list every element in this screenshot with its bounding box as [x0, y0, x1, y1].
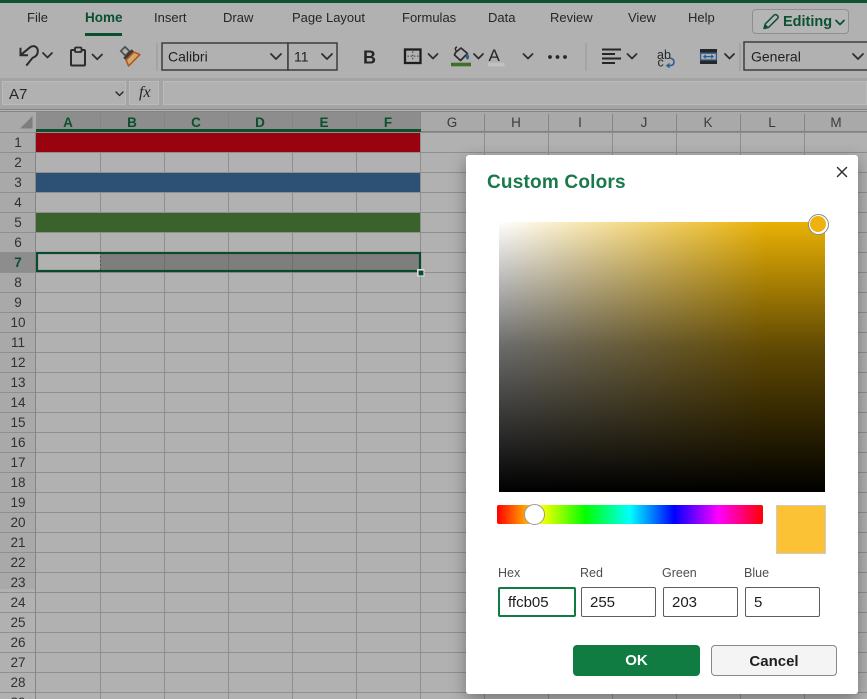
- svg-text:1: 1: [14, 135, 22, 150]
- svg-text:18: 18: [10, 475, 25, 490]
- svg-text:G: G: [447, 115, 458, 130]
- svg-text:7: 7: [14, 255, 22, 270]
- svg-text:F: F: [384, 115, 392, 130]
- svg-text:D: D: [255, 115, 265, 130]
- svg-text:E: E: [319, 115, 328, 130]
- svg-text:I: I: [578, 115, 582, 130]
- svg-text:A: A: [489, 46, 501, 65]
- svg-text:15: 15: [10, 415, 25, 430]
- svg-text:4: 4: [14, 195, 22, 210]
- svg-text:5: 5: [14, 215, 22, 230]
- svg-text:16: 16: [10, 435, 25, 450]
- svg-text:J: J: [641, 115, 648, 130]
- svg-text:19: 19: [10, 495, 25, 510]
- svg-text:H: H: [511, 115, 521, 130]
- svg-text:26: 26: [10, 635, 25, 650]
- svg-text:11: 11: [294, 49, 309, 65]
- svg-text:General: General: [751, 49, 801, 65]
- svg-text:24: 24: [10, 595, 26, 610]
- svg-text:K: K: [703, 115, 712, 130]
- svg-text:9: 9: [14, 295, 22, 310]
- svg-text:28: 28: [10, 675, 25, 690]
- svg-text:C: C: [191, 115, 201, 130]
- svg-text:8: 8: [14, 275, 22, 290]
- svg-text:17: 17: [10, 455, 25, 470]
- svg-text:B: B: [127, 115, 137, 130]
- svg-text:21: 21: [10, 535, 25, 550]
- svg-text:6: 6: [14, 235, 22, 250]
- svg-text:29: 29: [10, 695, 25, 699]
- svg-text:10: 10: [10, 315, 25, 330]
- svg-text:2: 2: [14, 155, 22, 170]
- svg-text:27: 27: [10, 655, 25, 670]
- svg-text:M: M: [830, 115, 841, 130]
- svg-text:B: B: [363, 48, 376, 68]
- svg-text:20: 20: [10, 515, 25, 530]
- svg-text:3: 3: [14, 175, 22, 190]
- svg-text:12: 12: [10, 355, 25, 370]
- svg-text:14: 14: [10, 395, 26, 410]
- svg-text:A: A: [63, 115, 73, 130]
- svg-text:22: 22: [10, 555, 25, 570]
- svg-text:25: 25: [10, 615, 25, 630]
- svg-text:11: 11: [11, 335, 25, 350]
- svg-text:23: 23: [10, 575, 25, 590]
- svg-text:L: L: [768, 115, 776, 130]
- svg-text:Calibri: Calibri: [168, 49, 208, 65]
- svg-text:c: c: [658, 56, 664, 70]
- svg-text:13: 13: [10, 375, 25, 390]
